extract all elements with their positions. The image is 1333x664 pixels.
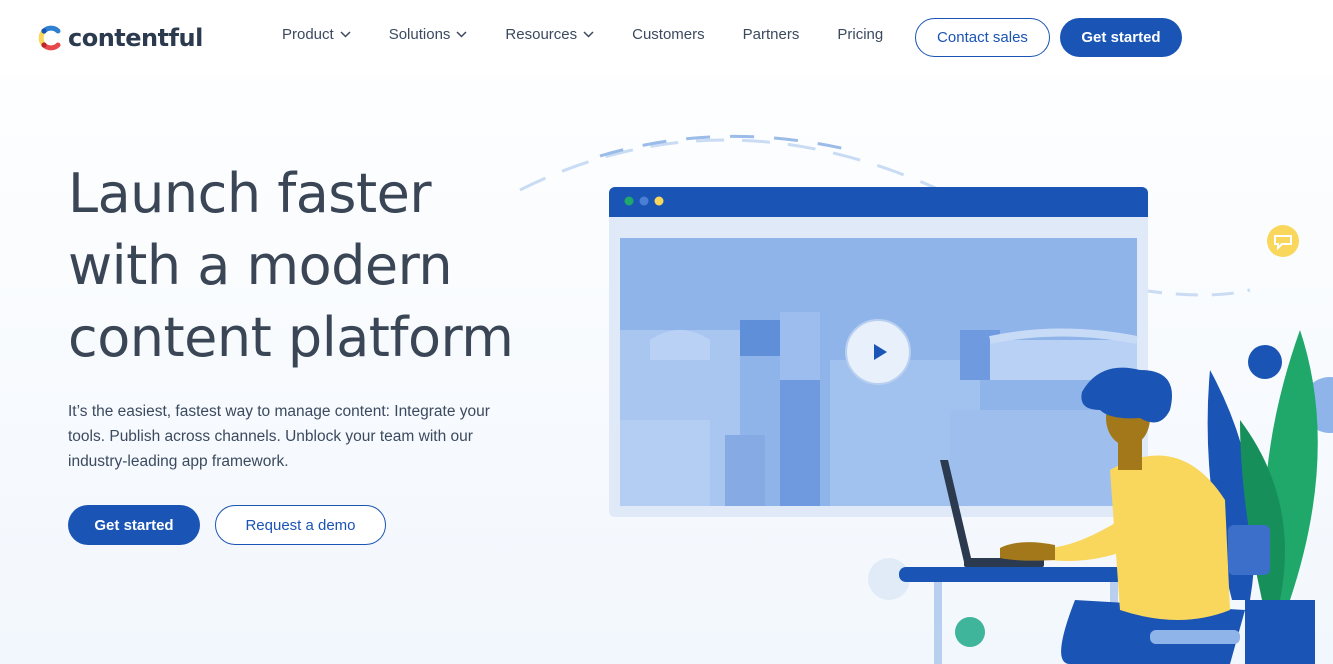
header-get-started-button[interactable]: Get started <box>1060 18 1182 57</box>
nav-item-label: Customers <box>632 26 705 43</box>
hero-headline: Launch faster with a modern content plat… <box>68 158 588 374</box>
nav-item-label: Pricing <box>837 26 884 43</box>
nav-item-solutions[interactable]: Solutions <box>389 26 468 43</box>
nav-item-pricing[interactable]: Pricing <box>837 26 883 43</box>
person-illustration <box>1000 367 1270 664</box>
logo-text: contentful <box>68 24 203 52</box>
chevron-down-icon <box>456 31 467 38</box>
nav-item-partners[interactable]: Partners <box>743 26 800 43</box>
headline-line: with a modern <box>68 234 453 297</box>
laptop-illustration <box>940 460 1044 567</box>
video-play-button[interactable] <box>845 319 911 385</box>
browser-window <box>609 187 1148 517</box>
plant-illustration <box>1207 330 1318 664</box>
nav-item-customers[interactable]: Customers <box>632 26 705 43</box>
desk-illustration <box>899 567 1149 664</box>
nav-item-label: Solutions <box>388 26 451 43</box>
contact-sales-button[interactable]: Contact sales <box>915 18 1050 57</box>
request-demo-button[interactable]: Request a demo <box>215 505 386 545</box>
chevron-down-icon <box>340 31 351 38</box>
chat-icon <box>1267 225 1299 257</box>
headline-line: Launch faster <box>68 162 432 225</box>
nav-item-label: Partners <box>742 26 800 43</box>
hero-subtext: It’s the easiest, fastest way to manage … <box>68 403 490 470</box>
logo[interactable]: contentful <box>33 20 203 56</box>
chevron-down-icon <box>583 31 594 38</box>
nav-item-label: Resources <box>505 26 578 43</box>
nav-item-product[interactable]: Product <box>282 26 351 43</box>
nav-item-resources[interactable]: Resources <box>505 26 594 43</box>
nav-item-label: Product <box>282 26 334 43</box>
site-header: contentful Product Solutions Resources C… <box>0 0 1333 75</box>
main-nav: Product Solutions Resources Customers Pa… <box>282 26 921 43</box>
hero-get-started-button[interactable]: Get started <box>68 505 200 545</box>
contentful-logo-icon <box>38 25 61 51</box>
headline-line: content platform <box>68 306 514 369</box>
